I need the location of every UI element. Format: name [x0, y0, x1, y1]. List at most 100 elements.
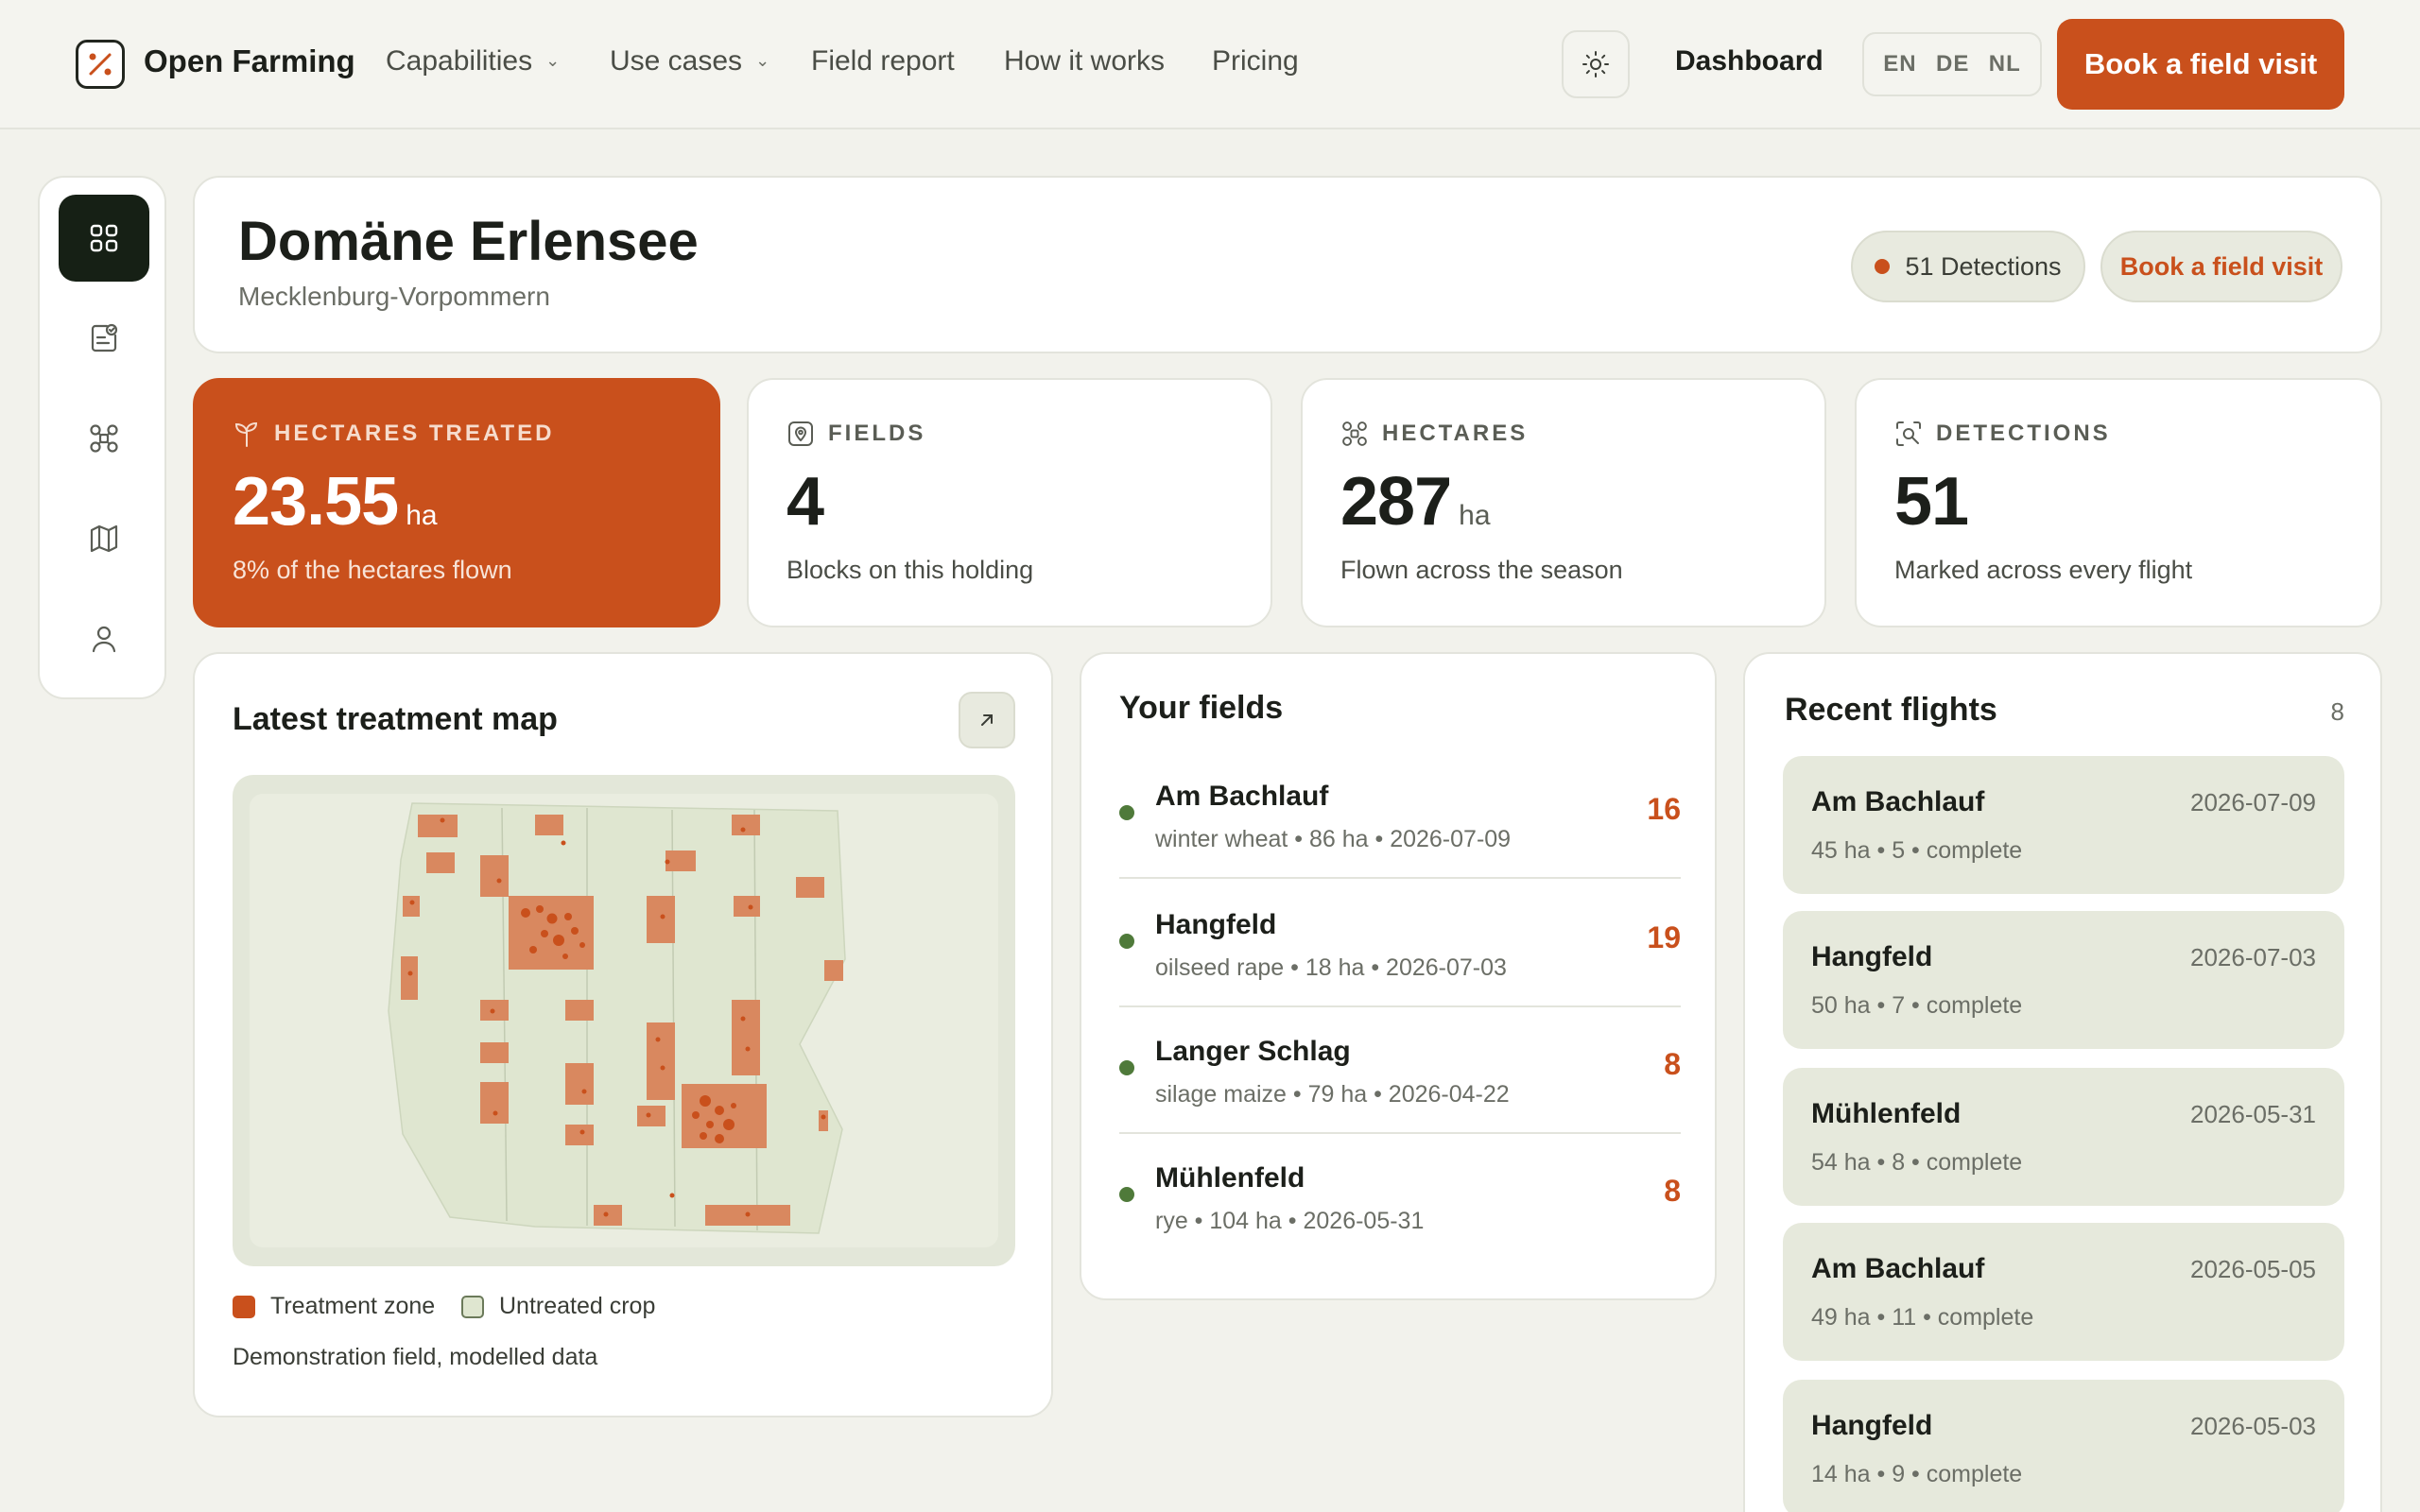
field-pin-icon — [788, 421, 813, 446]
stat-label: HECTARES TREATED — [274, 421, 555, 446]
flight-card[interactable]: Am Bachlauf 2026-05-05 49 ha • 11 • comp… — [1783, 1223, 2344, 1361]
brand-logo-icon[interactable] — [76, 40, 125, 89]
flight-card[interactable]: Hangfeld 2026-07-03 50 ha • 7 • complete — [1783, 911, 2344, 1049]
book-field-visit-secondary-button[interactable]: Book a field visit — [2100, 231, 2342, 302]
flight-card[interactable]: Mühlenfeld 2026-05-31 54 ha • 8 • comple… — [1783, 1068, 2344, 1206]
field-status-dot — [1119, 1060, 1134, 1075]
field-detection-count: 19 — [1647, 920, 1681, 954]
treatment-map[interactable] — [233, 775, 1015, 1266]
legend-swatch — [233, 1295, 255, 1318]
sidebar — [38, 176, 166, 699]
field-name: Mühlenfeld — [1155, 1162, 1305, 1194]
recent-flights-card: Recent flights 8 Am Bachlauf 2026-07-09 … — [1743, 652, 2382, 1512]
flights-count: 8 — [2330, 697, 2344, 726]
page-title: Domäne Erlensee — [238, 211, 699, 272]
legend-label: Treatment zone — [270, 1293, 436, 1319]
chevron-down-icon: ⌄ — [545, 51, 561, 70]
field-meta: silage maize • 79 ha • 2026-04-22 — [1155, 1081, 1510, 1108]
stat-unit: ha — [1459, 500, 1491, 531]
stat-label: FIELDS — [828, 421, 926, 446]
field-meta: winter wheat • 86 ha • 2026-07-09 — [1155, 826, 1512, 852]
sidebar-item-overview[interactable] — [59, 195, 149, 282]
grid-icon — [90, 224, 118, 252]
stat-card-hectares-treated: HECTARES TREATED 23.55 ha 8% of the hecta… — [193, 378, 720, 627]
drone-icon — [90, 424, 118, 453]
sidebar-item-account[interactable] — [59, 595, 149, 682]
detections-badge[interactable]: 51 Detections — [1851, 231, 2085, 302]
flight-card[interactable]: Hangfeld 2026-05-03 14 ha • 9 • complete — [1783, 1380, 2344, 1512]
brand-name[interactable]: Open Farming — [144, 43, 355, 79]
stat-unit: ha — [406, 500, 438, 531]
map-footnote: Demonstration field, modelled data — [233, 1344, 598, 1370]
sidebar-item-reports[interactable] — [59, 295, 149, 382]
field-status-dot — [1119, 805, 1134, 820]
field-row-hangfeld[interactable]: Hangfeld oilseed rape • 18 ha • 2026-07-… — [1119, 881, 1681, 1007]
field-status-dot — [1119, 1187, 1134, 1202]
field-status-dot — [1119, 934, 1134, 949]
flight-date: 2026-05-05 — [2190, 1255, 2316, 1283]
stat-subtitle: Flown across the season — [1340, 556, 1623, 584]
treatment-map-card: Latest treatment map Treatment zone Untr… — [193, 652, 1053, 1418]
lang-nl[interactable]: NL — [1989, 51, 2021, 77]
expand-map-button[interactable] — [959, 692, 1015, 748]
fields-title: Your fields — [1119, 690, 1284, 726]
nav-pricing[interactable]: Pricing — [1212, 45, 1299, 77]
lang-en[interactable]: EN — [1883, 51, 1916, 77]
field-name: Am Bachlauf — [1155, 781, 1329, 812]
flight-date: 2026-07-03 — [2190, 943, 2316, 971]
field-meta: oilseed rape • 18 ha • 2026-07-03 — [1155, 954, 1507, 981]
farm-region: Mecklenburg-Vorpommern — [238, 282, 550, 311]
map-icon — [90, 524, 118, 553]
field-meta: rye • 104 ha • 2026-05-31 — [1155, 1208, 1425, 1234]
theme-toggle-button[interactable] — [1562, 30, 1630, 98]
field-row-muehlenfeld[interactable]: Mühlenfeld rye • 104 ha • 2026-05-31 8 — [1119, 1134, 1681, 1261]
stat-value: 23.55 — [233, 464, 399, 540]
sprout-icon — [234, 421, 258, 447]
top-navigation: Open Farming Capabilities ⌄ Use cases ⌄ Fi… — [0, 0, 2420, 129]
book-field-visit-button[interactable]: Book a field visit — [2057, 19, 2344, 110]
sun-icon — [1582, 51, 1609, 77]
field-detection-count: 8 — [1664, 1047, 1681, 1081]
arrow-up-right-icon — [981, 714, 993, 726]
field-row-langer-schlag[interactable]: Langer Schlag silage maize • 79 ha • 202… — [1119, 1007, 1681, 1134]
flight-card[interactable]: Am Bachlauf 2026-07-09 45 ha • 5 • compl… — [1783, 756, 2344, 894]
stat-subtitle: Blocks on this holding — [786, 556, 1034, 584]
nav-field-report[interactable]: Field report — [811, 45, 955, 77]
flight-date: 2026-07-09 — [2190, 788, 2316, 816]
flight-date: 2026-05-03 — [2190, 1412, 2316, 1440]
farm-header-card: Domäne Erlensee Mecklenburg-Vorpommern 5… — [193, 176, 2382, 353]
flight-field-name: Hangfeld — [1811, 941, 1933, 972]
detections-badge-label: 51 Detections — [1905, 251, 2062, 281]
flight-field-name: Mühlenfeld — [1811, 1098, 1962, 1129]
sidebar-item-flights[interactable] — [59, 395, 149, 482]
flight-meta: 50 ha • 7 • complete — [1811, 992, 2023, 1019]
flight-field-name: Hangfeld — [1811, 1410, 1933, 1441]
field-detection-count: 16 — [1647, 792, 1681, 826]
sidebar-item-maps[interactable] — [59, 495, 149, 582]
report-icon — [91, 323, 118, 352]
legend-swatch — [461, 1295, 484, 1318]
lang-de[interactable]: DE — [1936, 51, 1969, 77]
field-row-am-bachlauf[interactable]: Am Bachlauf winter wheat • 86 ha • 2026-… — [1119, 752, 1681, 879]
nav-use-cases[interactable]: Use cases ⌄ — [610, 45, 769, 77]
your-fields-card: Your fields Am Bachlauf winter wheat • 8… — [1080, 652, 1717, 1300]
scan-icon — [1896, 421, 1921, 446]
stat-label: DETECTIONS — [1936, 421, 2111, 446]
flight-meta: 45 ha • 5 • complete — [1811, 837, 2023, 864]
stat-label: HECTARES — [1382, 421, 1529, 446]
stat-value: 4 — [786, 464, 824, 540]
stat-value: 51 — [1894, 464, 1969, 540]
legend-label: Untreated crop — [499, 1293, 656, 1319]
stat-subtitle: Marked across every flight — [1894, 556, 2193, 584]
nav-dashboard[interactable]: Dashboard — [1675, 45, 1824, 77]
nav-capabilities[interactable]: Capabilities ⌄ — [386, 45, 560, 77]
nav-how-it-works[interactable]: How it works — [1004, 45, 1165, 77]
status-dot — [1875, 259, 1891, 274]
field-boundary — [388, 802, 846, 1234]
flight-date: 2026-05-31 — [2190, 1100, 2316, 1128]
legend-treatment-zone: Treatment zone — [233, 1293, 435, 1320]
flight-meta: 49 ha • 11 • complete — [1811, 1304, 2034, 1331]
stat-card-fields: FIELDS 4 Blocks on this holding — [747, 378, 1272, 627]
flight-meta: 54 ha • 8 • complete — [1811, 1149, 2023, 1176]
flight-meta: 14 ha • 9 • complete — [1811, 1461, 2023, 1487]
